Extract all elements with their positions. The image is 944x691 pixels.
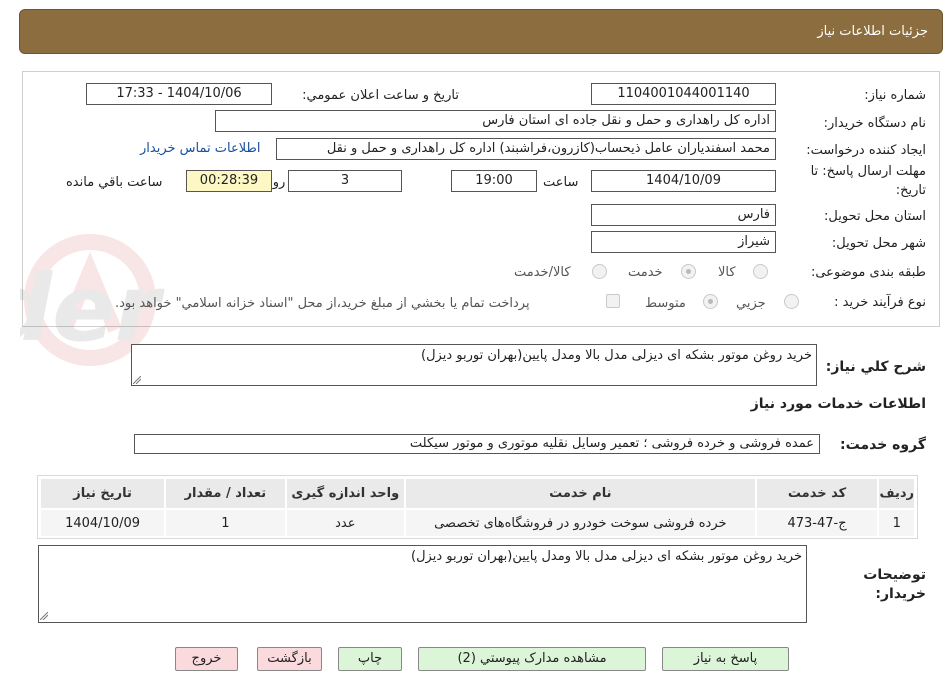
services-table: رديف کد خدمت نام خدمت واحد اندازه گيری ت… — [38, 477, 916, 538]
province-label: استان محل تحويل: — [824, 209, 926, 224]
buyer-notes-text: خرید روغن موتور بشکه ای دیزلی مدل بالا و… — [411, 549, 802, 564]
category-option-service: خدمت — [628, 265, 663, 280]
buyer-org-field[interactable]: اداره کل راهداری و حمل و نقل جاده ای است… — [215, 110, 776, 132]
deadline-label-date: تاريخ: — [895, 183, 926, 198]
category-radio-goods[interactable] — [753, 264, 768, 279]
remaining-time-field[interactable]: 00:28:39 — [186, 170, 272, 192]
reply-button[interactable]: پاسخ به نياز — [662, 647, 789, 671]
remaining-label: ساعت باقي مانده — [66, 175, 163, 190]
need-number-label: شماره نیاز: — [864, 88, 926, 103]
col-unit-header: واحد اندازه گيری — [284, 477, 407, 510]
province-field[interactable]: فارس — [591, 204, 776, 226]
cell-code: ج-47-473 — [754, 508, 880, 538]
deadline-date-field[interactable]: 1404/10/09 — [591, 170, 776, 192]
summary-text: خرید روغن موتور بشکه ای دیزلی مدل بالا و… — [421, 348, 812, 363]
cell-name: خرده فروشی سوخت خودرو در فروشگاه‌های تخص… — [404, 508, 757, 538]
resize-grip-icon[interactable] — [40, 612, 48, 620]
category-option-both: کالا/خدمت — [514, 265, 571, 280]
exit-button[interactable]: خروج — [175, 647, 238, 671]
cell-unit: عدد — [284, 508, 407, 538]
col-qty-header: تعداد / مقدار — [164, 477, 287, 510]
attachments-button[interactable]: مشاهده مدارک پيوستي (2) — [418, 647, 646, 671]
col-name-header: نام خدمت — [404, 477, 757, 510]
resize-grip-icon[interactable] — [133, 376, 141, 384]
table-header-row: رديف کد خدمت نام خدمت واحد اندازه گيری ت… — [38, 477, 916, 510]
buyer-notes-label-2: خريدار: — [875, 586, 926, 602]
days-field[interactable]: 3 — [288, 170, 402, 192]
category-label: طبقه بندی موضوعی: — [810, 265, 926, 280]
service-group-field[interactable]: عمده فروشی و خرده فروشی ؛ تعمیر وسایل نق… — [134, 434, 820, 454]
buyer-notes-label: توضيحات — [863, 567, 926, 583]
buyer-contact-link[interactable]: اطلاعات تماس خريدار — [140, 141, 260, 156]
requester-label: ايجاد کننده درخواست: — [806, 143, 926, 158]
process-option-minor: جزيي — [736, 296, 766, 311]
page-header: جزئیات اطلاعات نیاز — [19, 9, 943, 54]
cell-date: 1404/10/09 — [38, 508, 167, 538]
requester-field[interactable]: محمد اسفندیاران عامل ذیحساب(کازرون،فراشب… — [276, 138, 776, 160]
page-title: جزئیات اطلاعات نیاز — [817, 24, 928, 39]
treasury-checkbox[interactable] — [606, 294, 620, 308]
back-button[interactable]: بازگشت — [257, 647, 322, 671]
need-number-field[interactable]: 1104001044001140 — [591, 83, 776, 105]
buyer-org-label: نام دستگاه خريدار: — [823, 116, 926, 131]
process-option-medium: متوسط — [645, 296, 686, 311]
process-radio-minor[interactable] — [784, 294, 799, 309]
print-button[interactable]: چاپ — [338, 647, 402, 671]
category-radio-service[interactable] — [681, 264, 696, 279]
category-radio-both[interactable] — [592, 264, 607, 279]
process-radio-medium[interactable] — [703, 294, 718, 309]
announce-datetime-field[interactable]: 1404/10/06 - 17:33 — [86, 83, 272, 105]
city-field[interactable]: شيراز — [591, 231, 776, 253]
category-option-goods: کالا — [718, 265, 736, 280]
col-code-header: کد خدمت — [754, 477, 880, 510]
cell-qty: 1 — [164, 508, 287, 538]
table-row: 1 ج-47-473 خرده فروشی سوخت خودرو در فروش… — [38, 508, 916, 538]
summary-label: شرح کلي نياز: — [825, 359, 926, 375]
deadline-time-label: ساعت — [543, 175, 579, 190]
col-date-header: تاريخ نياز — [38, 477, 167, 510]
payment-note: پرداخت تمام يا بخشي از مبلغ خريد،از محل … — [115, 296, 530, 311]
buyer-notes-textarea[interactable]: خرید روغن موتور بشکه ای دیزلی مدل بالا و… — [38, 545, 807, 623]
announce-label: تاریخ و ساعت اعلان عمومي: — [302, 88, 459, 103]
summary-textarea[interactable]: خرید روغن موتور بشکه ای دیزلی مدل بالا و… — [131, 344, 817, 386]
deadline-time-field[interactable]: 19:00 — [451, 170, 537, 192]
service-group-label: گروه خدمت: — [840, 437, 926, 453]
services-section-title: اطلاعات خدمات مورد نياز — [750, 396, 926, 412]
city-label: شهر محل تحويل: — [831, 236, 926, 251]
cell-row: 1 — [877, 508, 916, 538]
deadline-label: مهلت ارسال پاسخ: تا — [810, 164, 926, 179]
process-label: نوع فرآيند خريد : — [834, 295, 926, 310]
col-row-header: رديف — [877, 477, 916, 510]
